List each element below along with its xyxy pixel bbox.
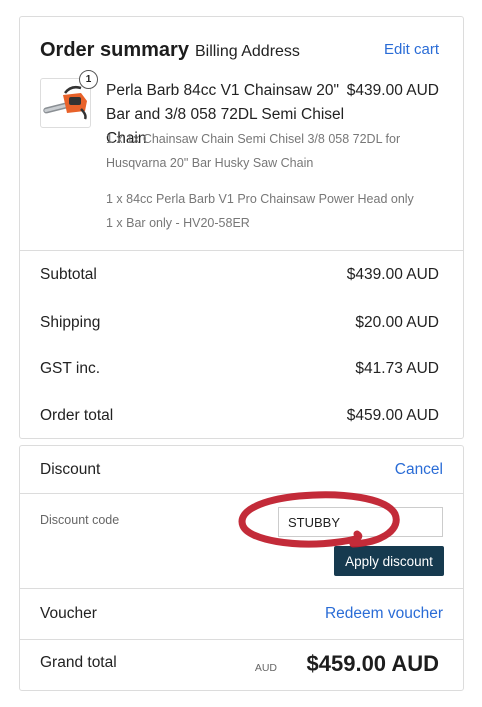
grand-total-currency: AUD [254,662,277,674]
order-total-label: Order total [40,407,114,424]
item-option: 1 x 1x Chainsaw Chain Semi Chisel 3/8 05… [106,132,401,170]
annotation-circle [238,491,400,548]
voucher-label: Voucher [40,605,97,622]
subtotal-value: $439.00 AUD [346,266,439,283]
discount-title: Discount [40,461,101,478]
divider [20,588,463,589]
grand-total-label: Grand total [40,654,117,671]
divider [20,639,463,640]
billing-address-label: Billing Address [194,43,300,60]
item-quantity-badge: 1 [79,70,98,89]
grand-total-value: $459.00 AUD [306,651,439,676]
cancel-discount-link[interactable]: Cancel [395,461,443,479]
order-total-value: $459.00 AUD [346,407,439,424]
redeem-voucher-link[interactable]: Redeem voucher [325,605,443,623]
order-summary-title: Order summary [40,39,189,61]
item-option: 1 x 84cc Perla Barb V1 Pro Chainsaw Powe… [106,192,414,206]
item-price: $439.00 AUD [346,82,439,99]
shipping-value: $20.00 AUD [355,314,439,331]
divider [20,250,463,251]
gst-label: GST inc. [40,360,101,377]
edit-cart-link[interactable]: Edit cart [384,41,439,58]
order-summary-header: Order summary Billing Address [40,39,300,62]
discount-code-label: Discount code [40,513,120,527]
subtotal-label: Subtotal [40,266,97,283]
discount-panel: Discount Cancel Discount code Apply disc… [19,445,464,691]
order-summary-panel: Order summary Billing Address Edit cart … [19,16,464,439]
item-option: 1 x Bar only - HV20-58ER [106,216,250,230]
shipping-label: Shipping [40,314,101,331]
gst-value: $41.73 AUD [355,360,439,377]
